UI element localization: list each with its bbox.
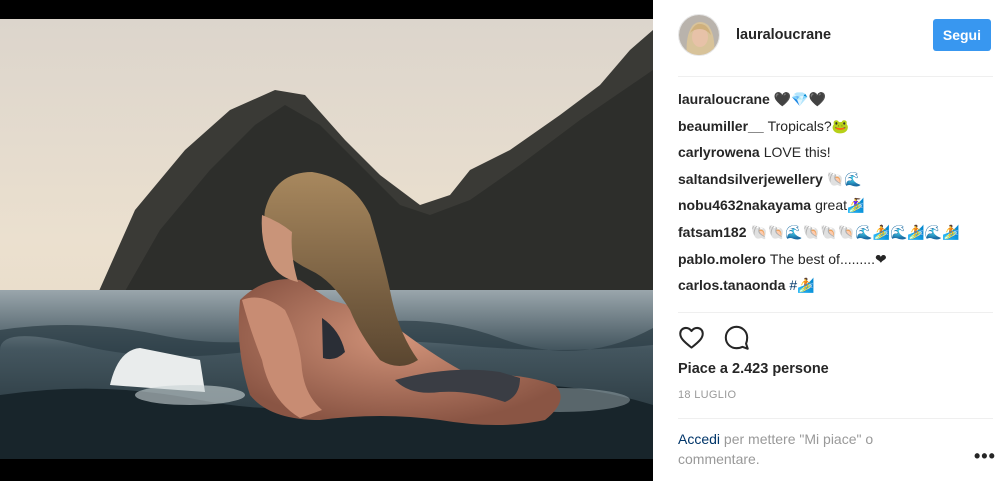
comment-hashtag-link[interactable]: #🏄 bbox=[789, 277, 814, 293]
surfer-photo bbox=[0, 0, 653, 481]
comment-text: 🐚🐚🌊🐚🐚🐚🌊🏄🌊🏄🌊🏄 bbox=[750, 223, 960, 240]
comment-text: LOVE this! bbox=[763, 144, 831, 161]
login-prompt: Accedi per mettere "Mi piace" o commenta… bbox=[678, 429, 918, 469]
divider bbox=[678, 418, 993, 419]
speech-bubble-icon[interactable] bbox=[723, 324, 750, 351]
comment-username[interactable]: saltandsilverjewellery bbox=[678, 171, 823, 187]
comment-item: nobu4632nakayama great🏄‍♀️ bbox=[678, 196, 993, 214]
post-photo[interactable] bbox=[0, 0, 653, 481]
avatar-image bbox=[679, 15, 719, 55]
likes-count[interactable]: Piace a 2.423 persone bbox=[678, 361, 829, 377]
post-actions bbox=[678, 324, 768, 350]
comment-item: beaumiller__ Tropicals?🐸 bbox=[678, 117, 993, 135]
comment-username[interactable]: carlyrowena bbox=[678, 144, 760, 160]
comment-username[interactable]: pablo.molero bbox=[678, 251, 766, 267]
comment-item: carlos.tanaonda #🏄 bbox=[678, 276, 993, 294]
comment-text: 🖤💎🖤 bbox=[773, 91, 827, 107]
post-header: lauraloucrane Segui bbox=[678, 12, 993, 58]
comment-item: fatsam182 🐚🐚🌊🐚🐚🐚🌊🏄🌊🏄🌊🏄 bbox=[678, 223, 993, 241]
comment-item: lauraloucrane 🖤💎🖤 bbox=[678, 90, 993, 108]
comment-text: The best of.........❤ bbox=[769, 250, 887, 267]
heart-icon[interactable] bbox=[678, 324, 705, 351]
post-author-username[interactable]: lauraloucrane bbox=[736, 27, 933, 43]
login-link[interactable]: Accedi bbox=[678, 431, 720, 447]
follow-button[interactable]: Segui bbox=[932, 19, 991, 51]
divider bbox=[678, 76, 993, 77]
comment-username[interactable]: nobu4632nakayama bbox=[678, 197, 811, 213]
comment-username[interactable]: beaumiller__ bbox=[678, 118, 764, 134]
divider bbox=[678, 312, 993, 313]
comment-item: pablo.molero The best of.........❤ bbox=[678, 250, 993, 268]
post-date: 18 LUGLIO bbox=[678, 389, 737, 401]
comment-text: great🏄‍♀️ bbox=[815, 197, 865, 214]
comment-text: 🐚🌊 bbox=[826, 170, 862, 187]
comment-text: Tropicals?🐸 bbox=[767, 117, 850, 134]
more-options-icon[interactable]: ••• bbox=[974, 446, 996, 467]
comments-list[interactable]: lauraloucrane 🖤💎🖤 beaumiller__ Tropicals?🐸… bbox=[678, 90, 993, 312]
comment-username[interactable]: carlos.tanaonda bbox=[678, 277, 785, 293]
comment-item: carlyrowena LOVE this! bbox=[678, 143, 993, 161]
comment-username[interactable]: fatsam182 bbox=[678, 224, 747, 240]
avatar[interactable] bbox=[678, 14, 720, 56]
comment-username[interactable]: lauraloucrane bbox=[678, 91, 770, 107]
post-side-panel: lauraloucrane Segui lauraloucrane 🖤💎🖤 bea… bbox=[653, 0, 1000, 481]
comment-item: saltandsilverjewellery 🐚🌊 bbox=[678, 170, 993, 188]
